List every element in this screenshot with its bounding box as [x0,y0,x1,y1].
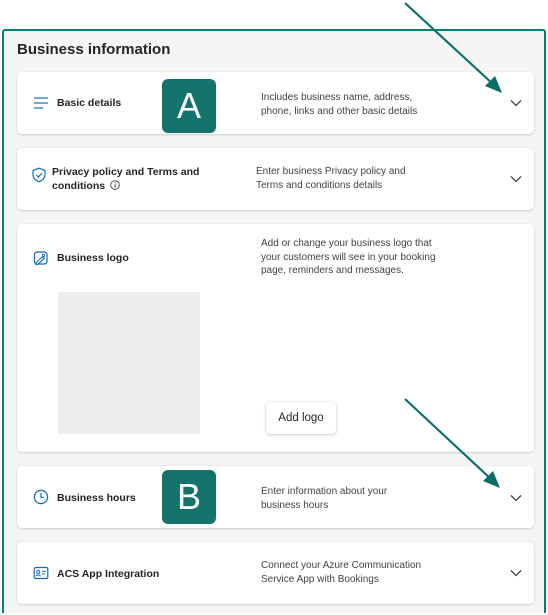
privacy-title-line2: conditions [52,180,106,192]
page-title: Business information [17,41,171,58]
business-hours-title: Business hours [57,492,136,504]
privacy-policy-title: Privacy policy and Terms and conditions [52,165,212,193]
acs-app-integration-description: Connect your Azure Communication Service… [261,560,422,585]
business-hours-description: Enter information about your business ho… [261,486,388,511]
chevron-down-icon[interactable] [510,494,522,502]
business-logo-description: Add or change your business logo that yo… [261,238,436,276]
privacy-policy-card[interactable]: Privacy policy and Terms and conditions … [17,148,534,210]
acs-app-integration-title: ACS App Integration [57,568,160,580]
shield-check-icon [32,167,46,183]
privacy-policy-description: Enter business Privacy policy and Terms … [256,166,406,191]
acs-app-integration-card[interactable]: ACS App Integration Connect your Azure C… [17,542,534,604]
menu-lines-icon [34,97,48,109]
chevron-down-icon[interactable] [510,175,522,183]
business-logo-title: Business logo [57,252,129,264]
add-logo-button[interactable]: Add logo [266,402,336,434]
clock-icon [33,489,49,505]
app-card-icon [33,566,49,580]
image-edit-icon [33,251,48,266]
basic-details-description: Includes business name, address, phone, … [261,92,418,117]
annotation-badge-a: A [162,79,216,133]
business-hours-card[interactable]: Business hours Enter information about y… [17,466,534,528]
logo-preview-placeholder [58,292,200,434]
business-logo-card: Business logo Add or change your busines… [17,224,534,452]
basic-details-title: Basic details [57,97,122,109]
info-icon[interactable] [110,180,120,190]
annotation-badge-b: B [162,470,216,524]
basic-details-card[interactable]: Basic details Includes business name, ad… [17,72,534,134]
privacy-title-line1: Privacy policy and Terms and [52,166,200,178]
chevron-down-icon[interactable] [510,99,522,107]
chevron-down-icon[interactable] [510,569,522,577]
